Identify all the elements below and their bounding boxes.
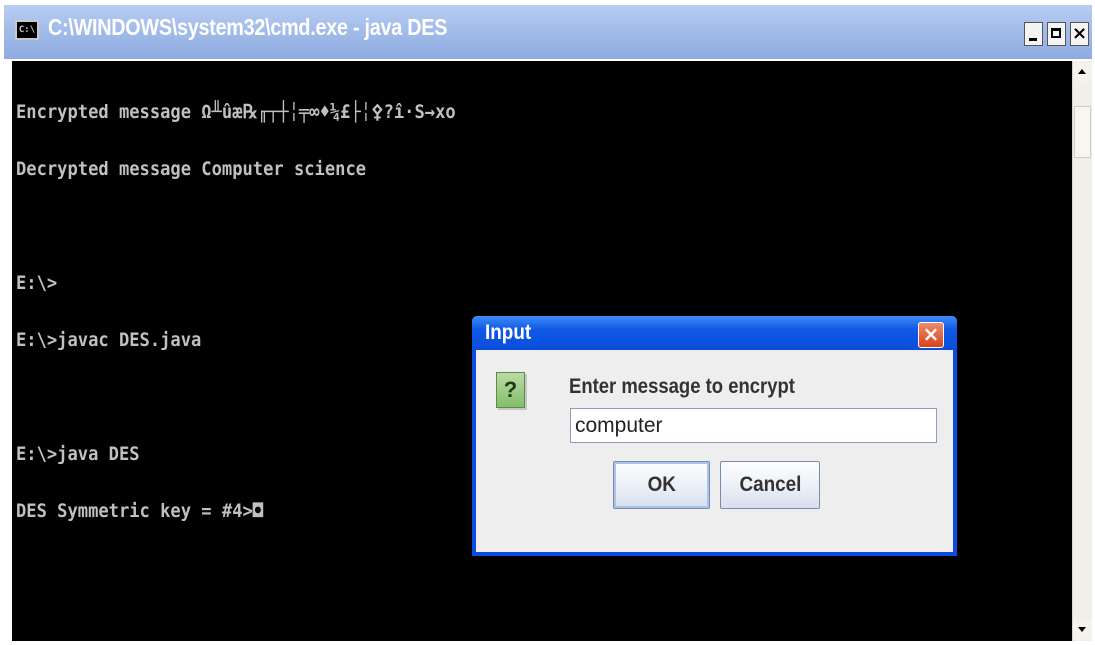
ok-button-label: OK: [647, 473, 676, 496]
minimize-button[interactable]: [1024, 22, 1043, 46]
console-line: E:\>: [16, 272, 58, 294]
vertical-scrollbar[interactable]: [1072, 61, 1092, 641]
console-line: Encrypted message Ω╨ûæ℞╓┬┼╎╤∞♦¼£├╎⚴?î·S→…: [16, 101, 456, 123]
console-line: E:\>java DES: [16, 443, 140, 465]
dialog-body: ? Enter message to encrypt OK Cancel: [476, 350, 953, 552]
console-text: Encrypted message Ω╨ûæ℞╓┬┼╎╤∞♦¼£├╎⚴?î·S→…: [16, 65, 456, 559]
scroll-thumb[interactable]: [1074, 106, 1091, 158]
dialog-close-button[interactable]: ×: [918, 322, 944, 348]
window-close-button[interactable]: ×: [1070, 22, 1089, 46]
input-dialog: Input × ? Enter message to encrypt OK Ca…: [472, 316, 957, 556]
window-titlebar[interactable]: C:\ C:\WINDOWS\system32\cmd.exe - java D…: [4, 5, 1092, 59]
window-title: C:\WINDOWS\system32\cmd.exe - java DES: [48, 14, 448, 40]
scroll-up-button[interactable]: [1073, 63, 1092, 81]
dialog-titlebar[interactable]: Input ×: [472, 316, 957, 350]
console-line: Decrypted message Computer science: [16, 158, 367, 180]
question-icon: ?: [496, 372, 525, 408]
console-line: E:\>javac DES.java: [16, 329, 202, 351]
cancel-button[interactable]: Cancel: [720, 461, 820, 509]
cancel-button-label: Cancel: [739, 473, 801, 496]
dialog-prompt: Enter message to encrypt: [569, 375, 795, 398]
scroll-down-button[interactable]: [1073, 621, 1092, 639]
cmd-icon: C:\: [15, 20, 39, 40]
dialog-title: Input: [485, 321, 532, 344]
console-line: DES Symmetric key = #4>◘: [16, 500, 264, 522]
ok-button[interactable]: OK: [613, 461, 710, 509]
message-input[interactable]: [570, 408, 937, 443]
maximize-button[interactable]: [1047, 22, 1066, 46]
